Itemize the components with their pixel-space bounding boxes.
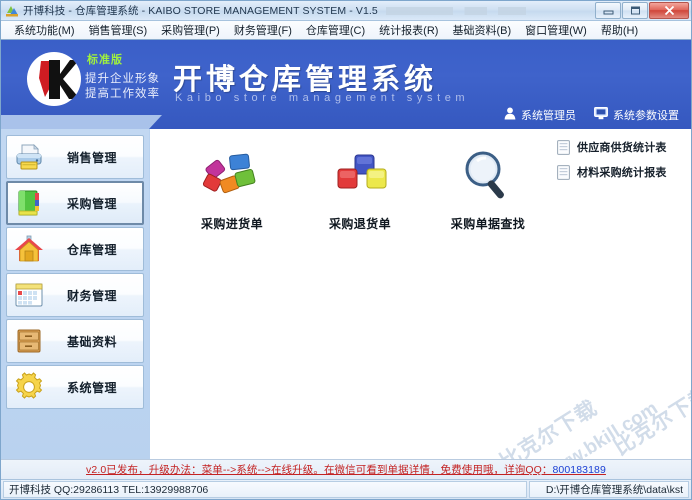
pinwheel-tiles-icon bbox=[201, 147, 263, 205]
banner-fold-decoration bbox=[1, 115, 162, 129]
report-supplier-supply-stats-label: 供应商供货统计表 bbox=[577, 142, 667, 154]
calendar-icon bbox=[13, 279, 45, 311]
system-settings-button[interactable]: 系统参数设置 bbox=[594, 107, 679, 123]
user-icon bbox=[504, 107, 516, 123]
cabinet-icon bbox=[13, 325, 45, 357]
app-banner: 标准版 提升企业形象 提高工作效率 开博仓库管理系统 Kaibo store m… bbox=[1, 40, 691, 129]
title-bar-redacted-text bbox=[385, 6, 526, 15]
sidebar-item-finance[interactable]: 财务管理 bbox=[6, 273, 144, 317]
sidebar-item-finance-label: 财务管理 bbox=[66, 288, 117, 303]
sidebar-item-purchase-label: 采购管理 bbox=[66, 196, 117, 211]
banner-slogan: 提升企业形象 提高工作效率 bbox=[85, 71, 160, 101]
title-bar: 开博科技 - 仓库管理系统 - KAIBO STORE MANAGEMENT S… bbox=[1, 1, 691, 21]
report-supplier-supply-stats[interactable]: 供应商供货统计表 bbox=[557, 139, 677, 155]
sidebar-item-sales[interactable]: 销售管理 bbox=[6, 135, 144, 179]
announcement-link[interactable]: v2.0已发布，升级办法：菜单-->系统-->在线升级。在微信可看到单据详情，免… bbox=[86, 462, 606, 477]
monitor-icon bbox=[594, 107, 608, 123]
report-material-purchase-stats-label: 材料采购统计报表 bbox=[577, 167, 667, 179]
printer-icon bbox=[13, 141, 45, 173]
sidebar-item-purchase[interactable]: 采购管理 bbox=[6, 181, 144, 225]
sidebar-item-basedata-label: 基础资料 bbox=[66, 334, 117, 349]
document-icon bbox=[557, 139, 570, 155]
menu-item-basedata[interactable]: 基础资料(B) bbox=[445, 20, 518, 40]
current-user[interactable]: 系统管理员 bbox=[504, 107, 576, 123]
announcement-text: v2.0已发布，升级办法：菜单-->系统-->在线升级。在微信可看到单据详情，免… bbox=[86, 464, 553, 476]
report-links: 供应商供货统计表 材料采购统计报表 bbox=[557, 139, 677, 189]
minimize-button[interactable] bbox=[595, 2, 621, 19]
tile-purchase-search-label: 采购单据查找 bbox=[450, 217, 526, 231]
menu-item-warehouse[interactable]: 仓库管理(C) bbox=[299, 20, 372, 40]
sidebar-item-sales-label: 销售管理 bbox=[66, 150, 117, 165]
house-icon bbox=[13, 233, 45, 265]
slogan-line-2: 提高工作效率 bbox=[85, 86, 160, 100]
close-button[interactable] bbox=[649, 2, 689, 19]
status-data-path: D:\开博仓库管理系统\data\kst bbox=[529, 481, 689, 498]
sidebar-item-system-label: 系统管理 bbox=[66, 380, 117, 395]
document-icon bbox=[557, 164, 570, 180]
gear-icon bbox=[13, 371, 45, 403]
brand-title-en: Kaibo store management system bbox=[175, 92, 470, 104]
system-settings-label: 系统参数设置 bbox=[613, 110, 679, 122]
menu-item-system[interactable]: 系统功能(M) bbox=[7, 20, 82, 40]
announcement-bar: v2.0已发布，升级办法：菜单-->系统-->在线升级。在微信可看到单据详情，免… bbox=[1, 459, 691, 479]
function-tiles: 采购进货单 采购退货单 采购单据查找 bbox=[184, 147, 536, 232]
body-area: 销售管理 采购管理 仓库管理 财务管理 基础资料 系统管理 采购进货单 采购退货… bbox=[1, 129, 691, 459]
announcement-qq: 800183189 bbox=[552, 464, 606, 476]
menu-bar: 系统功能(M) 销售管理(S) 采购管理(P) 财务管理(F) 仓库管理(C) … bbox=[1, 21, 691, 40]
current-user-label: 系统管理员 bbox=[521, 110, 576, 122]
menu-item-windows[interactable]: 窗口管理(W) bbox=[518, 20, 594, 40]
window-controls bbox=[595, 2, 689, 19]
status-bar: 开博科技 QQ:29286113 TEL:13929988706 D:\开博仓库… bbox=[1, 479, 691, 499]
slogan-line-1: 提升企业形象 bbox=[85, 71, 160, 85]
sidebar-item-basedata[interactable]: 基础资料 bbox=[6, 319, 144, 363]
magnifier-icon bbox=[457, 147, 519, 205]
menu-item-help[interactable]: 帮助(H) bbox=[594, 20, 645, 40]
tile-purchase-inbound-label: 采购进货单 bbox=[200, 217, 263, 231]
menu-item-purchase[interactable]: 采购管理(P) bbox=[154, 20, 227, 40]
company-logo bbox=[27, 52, 81, 106]
tile-purchase-return-label: 采购退货单 bbox=[328, 217, 391, 231]
sidebar-item-warehouse-label: 仓库管理 bbox=[66, 242, 117, 257]
three-squares-icon bbox=[329, 147, 391, 205]
tile-purchase-inbound[interactable]: 采购进货单 bbox=[184, 147, 280, 232]
edition-badge: 标准版 bbox=[87, 54, 123, 66]
window-title: 开博科技 - 仓库管理系统 - KAIBO STORE MANAGEMENT S… bbox=[23, 5, 378, 17]
book-icon bbox=[14, 187, 46, 219]
maximize-button[interactable] bbox=[622, 2, 648, 19]
sidebar: 销售管理 采购管理 仓库管理 财务管理 基础资料 系统管理 bbox=[1, 129, 149, 459]
menu-item-finance[interactable]: 财务管理(F) bbox=[227, 20, 299, 40]
tile-purchase-search[interactable]: 采购单据查找 bbox=[440, 147, 536, 232]
menu-item-reports[interactable]: 统计报表(R) bbox=[372, 20, 445, 40]
report-material-purchase-stats[interactable]: 材料采购统计报表 bbox=[557, 164, 677, 180]
sidebar-item-warehouse[interactable]: 仓库管理 bbox=[6, 227, 144, 271]
menu-item-sales[interactable]: 销售管理(S) bbox=[82, 20, 155, 40]
status-company-contact: 开博科技 QQ:29286113 TEL:13929988706 bbox=[3, 481, 527, 498]
application-window: 开博科技 - 仓库管理系统 - KAIBO STORE MANAGEMENT S… bbox=[0, 0, 692, 500]
sidebar-item-system[interactable]: 系统管理 bbox=[6, 365, 144, 409]
content-panel: 采购进货单 采购退货单 采购单据查找 供应商供货统计表 材料采购统计报表 bbox=[149, 129, 691, 459]
app-icon bbox=[5, 4, 19, 18]
banner-tools: 系统管理员 系统参数设置 bbox=[504, 107, 679, 123]
tile-purchase-return[interactable]: 采购退货单 bbox=[312, 147, 408, 232]
